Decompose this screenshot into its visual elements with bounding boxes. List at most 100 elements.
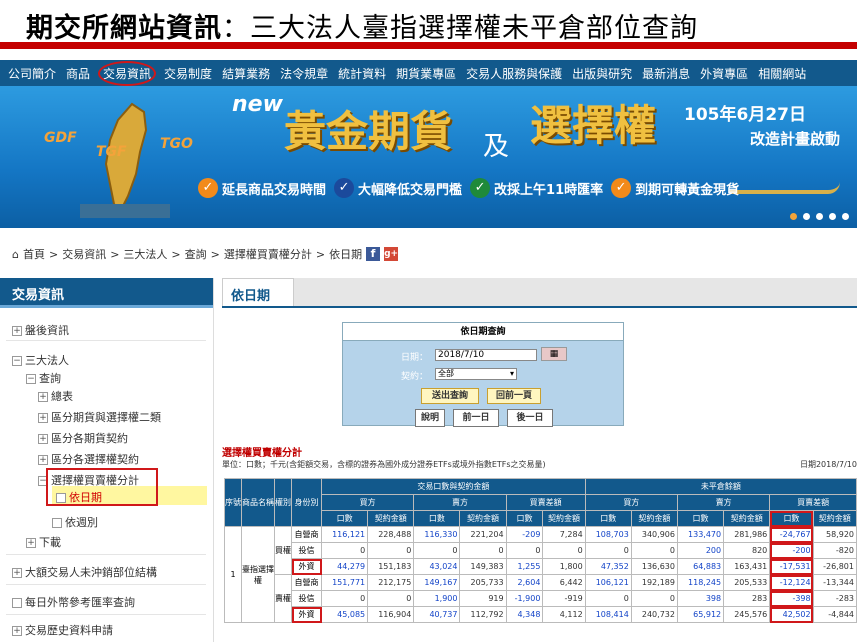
value-cell: 0 bbox=[630, 542, 678, 559]
nav-item-statistics[interactable]: 統計資料 bbox=[338, 65, 386, 82]
expand-icon[interactable]: + bbox=[12, 568, 22, 578]
col-product: 商品名稱 bbox=[241, 478, 275, 527]
value-cell: 149,167 bbox=[413, 574, 461, 591]
sidebar-item-institutional[interactable]: − 三大法人 bbox=[12, 352, 69, 368]
col-header: 契約金額 bbox=[630, 510, 678, 527]
calendar-icon[interactable]: ▦ bbox=[541, 347, 567, 361]
promo-banner[interactable]: GDF TGF TGO new 黃金期貨 及 選擇權 105年6月27日 改造計… bbox=[0, 86, 857, 228]
collapse-icon[interactable]: − bbox=[26, 374, 36, 384]
sidebar-item-history-request[interactable]: + 交易歷史資料申請 bbox=[12, 622, 113, 638]
feature-1: ✓ 延長商品交易時間 bbox=[198, 178, 326, 198]
nav-item-related-sites[interactable]: 相關網站 bbox=[758, 65, 806, 82]
sidebar-item-download[interactable]: + 下載 bbox=[26, 534, 61, 550]
prev-day-button[interactable]: 前一日 bbox=[453, 409, 499, 427]
sidebar-item-fx-rates[interactable]: 每日外幣參考匯率查詢 bbox=[12, 594, 135, 610]
help-button[interactable]: 說明 bbox=[415, 409, 445, 427]
next-day-button[interactable]: 後一日 bbox=[507, 409, 553, 427]
carousel-dot[interactable] bbox=[829, 213, 836, 220]
bullet-icon bbox=[52, 518, 62, 528]
sidebar-item-by-week[interactable]: 依週別 bbox=[52, 514, 98, 530]
sidebar-item-query[interactable]: − 查詢 bbox=[26, 370, 61, 386]
value-cell: 108,703 bbox=[584, 526, 632, 543]
banner-subtitle: 改造計畫啟動 bbox=[750, 130, 841, 148]
value-cell: 0 bbox=[459, 542, 507, 559]
breadcrumb-query[interactable]: 查詢 bbox=[185, 246, 207, 262]
value-cell: -1,900 bbox=[505, 590, 544, 607]
nav-item-investor-protection[interactable]: 交易人服務與保護 bbox=[466, 65, 562, 82]
tab-by-date[interactable]: 依日期 bbox=[222, 278, 294, 306]
value-cell: 4,112 bbox=[542, 606, 586, 623]
sidebar-item-futures-contracts[interactable]: + 區分各期貨契約 bbox=[38, 430, 128, 446]
nav-item-trading-info[interactable]: 交易資訊 bbox=[98, 60, 157, 86]
expand-icon[interactable]: + bbox=[38, 434, 48, 444]
value-cell: -17,531 bbox=[769, 558, 814, 575]
value-cell: 0 bbox=[584, 542, 632, 559]
value-cell: 192,189 bbox=[630, 574, 678, 591]
nav-item-publications[interactable]: 出版與研究 bbox=[572, 65, 632, 82]
badge-tgf: TGF bbox=[96, 144, 127, 160]
group-header-oi: 未平倉餘額 bbox=[584, 478, 857, 495]
value-cell: 340,906 bbox=[630, 526, 678, 543]
expand-icon[interactable]: + bbox=[12, 326, 22, 336]
nav-item-company[interactable]: 公司簡介 bbox=[8, 65, 56, 82]
collapse-icon[interactable]: − bbox=[12, 356, 22, 366]
carousel-dot[interactable] bbox=[842, 213, 849, 220]
carousel-dot[interactable] bbox=[803, 213, 810, 220]
nav-item-news[interactable]: 最新消息 bbox=[642, 65, 690, 82]
breadcrumb-sep: > bbox=[315, 247, 326, 261]
nav-item-foreign-zone[interactable]: 外資專區 bbox=[700, 65, 748, 82]
feature-label: 改採上午11時匯率 bbox=[494, 182, 604, 198]
breadcrumb-options-split[interactable]: 選擇權買賣權分計 bbox=[224, 246, 312, 262]
sidebar-item-label: 查詢 bbox=[39, 372, 61, 385]
value-cell: 0 bbox=[320, 542, 369, 559]
value-cell: 0 bbox=[367, 590, 415, 607]
sidebar-item-after-hours[interactable]: + 盤後資訊 bbox=[12, 322, 69, 338]
date-input[interactable] bbox=[435, 349, 537, 361]
value-cell: 112,792 bbox=[459, 606, 507, 623]
col-header: 契約金額 bbox=[459, 510, 507, 527]
expand-icon[interactable]: + bbox=[38, 455, 48, 465]
breadcrumb-home[interactable]: 首頁 bbox=[23, 246, 45, 262]
home-icon[interactable]: ⌂ bbox=[12, 248, 19, 261]
submit-query-button[interactable]: 送出查詢 bbox=[421, 388, 479, 404]
unit-note: 單位：口數；千元(含鉅額交易，含標的證券為國外成分證券ETFs或境外指數ETFs… bbox=[222, 460, 546, 469]
nav-item-clearing[interactable]: 結算業務 bbox=[222, 65, 270, 82]
carousel-dot[interactable] bbox=[790, 213, 797, 220]
value-cell: 240,732 bbox=[630, 606, 678, 623]
contract-select[interactable]: 全部 ▾ bbox=[435, 368, 517, 380]
sub-header: 買賣差額 bbox=[505, 494, 586, 511]
expand-icon[interactable]: + bbox=[38, 413, 48, 423]
value-cell: 47,352 bbox=[584, 558, 632, 575]
feature-2: ✓ 大幅降低交易門檻 bbox=[334, 178, 462, 198]
expand-icon[interactable]: + bbox=[12, 626, 22, 636]
expand-icon[interactable]: + bbox=[26, 538, 36, 548]
breadcrumb-institutional[interactable]: 三大法人 bbox=[123, 246, 167, 262]
check-icon: ✓ bbox=[198, 178, 218, 198]
value-cell: 118,245 bbox=[676, 574, 725, 591]
breadcrumb-sep: > bbox=[110, 247, 120, 261]
carousel-dot[interactable] bbox=[816, 213, 823, 220]
value-cell: 0 bbox=[505, 542, 544, 559]
google-plus-icon[interactable]: g+ bbox=[384, 247, 399, 261]
facebook-icon[interactable]: f bbox=[366, 247, 381, 261]
value-cell: 42,502 bbox=[769, 606, 814, 623]
nav-item-products[interactable]: 商品 bbox=[66, 65, 90, 82]
sidebar-item-summary[interactable]: + 總表 bbox=[38, 388, 73, 404]
nav-item-trading-system[interactable]: 交易制度 bbox=[164, 65, 212, 82]
nav-item-regulations[interactable]: 法令規章 bbox=[280, 65, 328, 82]
back-button[interactable]: 回前一頁 bbox=[487, 388, 541, 404]
value-cell: -24,767 bbox=[769, 526, 814, 543]
check-icon: ✓ bbox=[611, 178, 632, 198]
divider bbox=[6, 554, 206, 555]
breadcrumb-trading-info[interactable]: 交易資訊 bbox=[62, 246, 106, 262]
top-nav: 公司簡介 商品 交易資訊 交易制度 結算業務 法令規章 統計資料 期貨業專區 交… bbox=[0, 60, 857, 86]
sidebar-item-large-traders[interactable]: + 大額交易人未沖銷部位結構 bbox=[12, 564, 157, 580]
table-body: 1 臺指選擇權 買權 自營商 116,121 228,488 116,330 221,204-… bbox=[224, 526, 857, 623]
role-cell: 外資 bbox=[291, 606, 322, 623]
expand-icon[interactable]: + bbox=[38, 392, 48, 402]
nav-item-futures-zone[interactable]: 期貨業專區 bbox=[396, 65, 456, 82]
sidebar-item-futures-options-split[interactable]: + 區分期貨與選擇權二類 bbox=[38, 409, 161, 425]
sidebar-item-options-contracts[interactable]: + 區分各選擇權契約 bbox=[38, 451, 139, 467]
date-label: 日期： bbox=[401, 353, 429, 363]
carousel-dots[interactable] bbox=[790, 213, 849, 220]
